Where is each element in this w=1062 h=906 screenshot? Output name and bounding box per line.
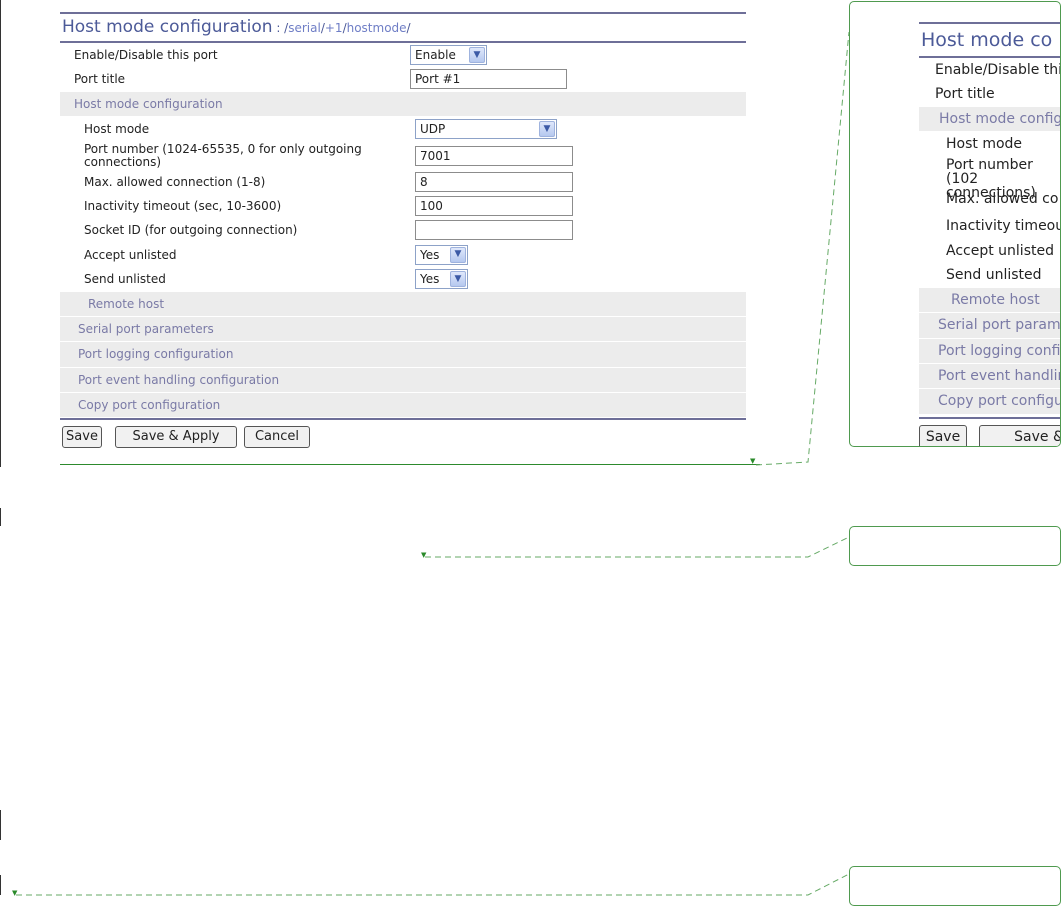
zoom-section: Host mode config	[919, 106, 1060, 133]
zoom-section: Serial port parame	[919, 313, 1060, 339]
zoom-footer: Save Save &	[919, 416, 1060, 446]
zoom-callout: Host mode co Enable/Disable thi Port tit…	[849, 1, 1061, 447]
zoom-section: Copy port configu	[919, 389, 1060, 415]
empty-callout	[849, 866, 1061, 906]
zoom-section: Remote host	[919, 287, 1060, 314]
zoom-title: Host mode co	[919, 22, 1060, 58]
zoom-save-apply-button: Save &	[979, 424, 1060, 446]
zoom-row: Enable/Disable thi	[935, 62, 1061, 78]
empty-callout	[849, 526, 1061, 566]
zoom-row: Send unlisted	[946, 267, 1042, 284]
zoom-row: Port number (102 connections)	[946, 156, 1036, 201]
zoom-content: Host mode co Enable/Disable thi Port tit…	[919, 22, 1061, 446]
zoom-section: Port event handlin	[919, 363, 1060, 390]
zoom-row: Accept unlisted	[946, 242, 1054, 259]
zoom-section: Port logging config	[919, 338, 1060, 364]
connector-line	[16, 873, 850, 896]
zoom-row: Port title	[935, 86, 995, 103]
connector-line	[755, 31, 850, 466]
zoom-save-button: Save	[919, 424, 967, 446]
zoom-row: Max. allowed co	[946, 190, 1059, 207]
connector-line	[425, 536, 850, 558]
zoom-row: Host mode	[946, 136, 1023, 153]
zoom-row: Inactivity timeout	[946, 217, 1061, 234]
